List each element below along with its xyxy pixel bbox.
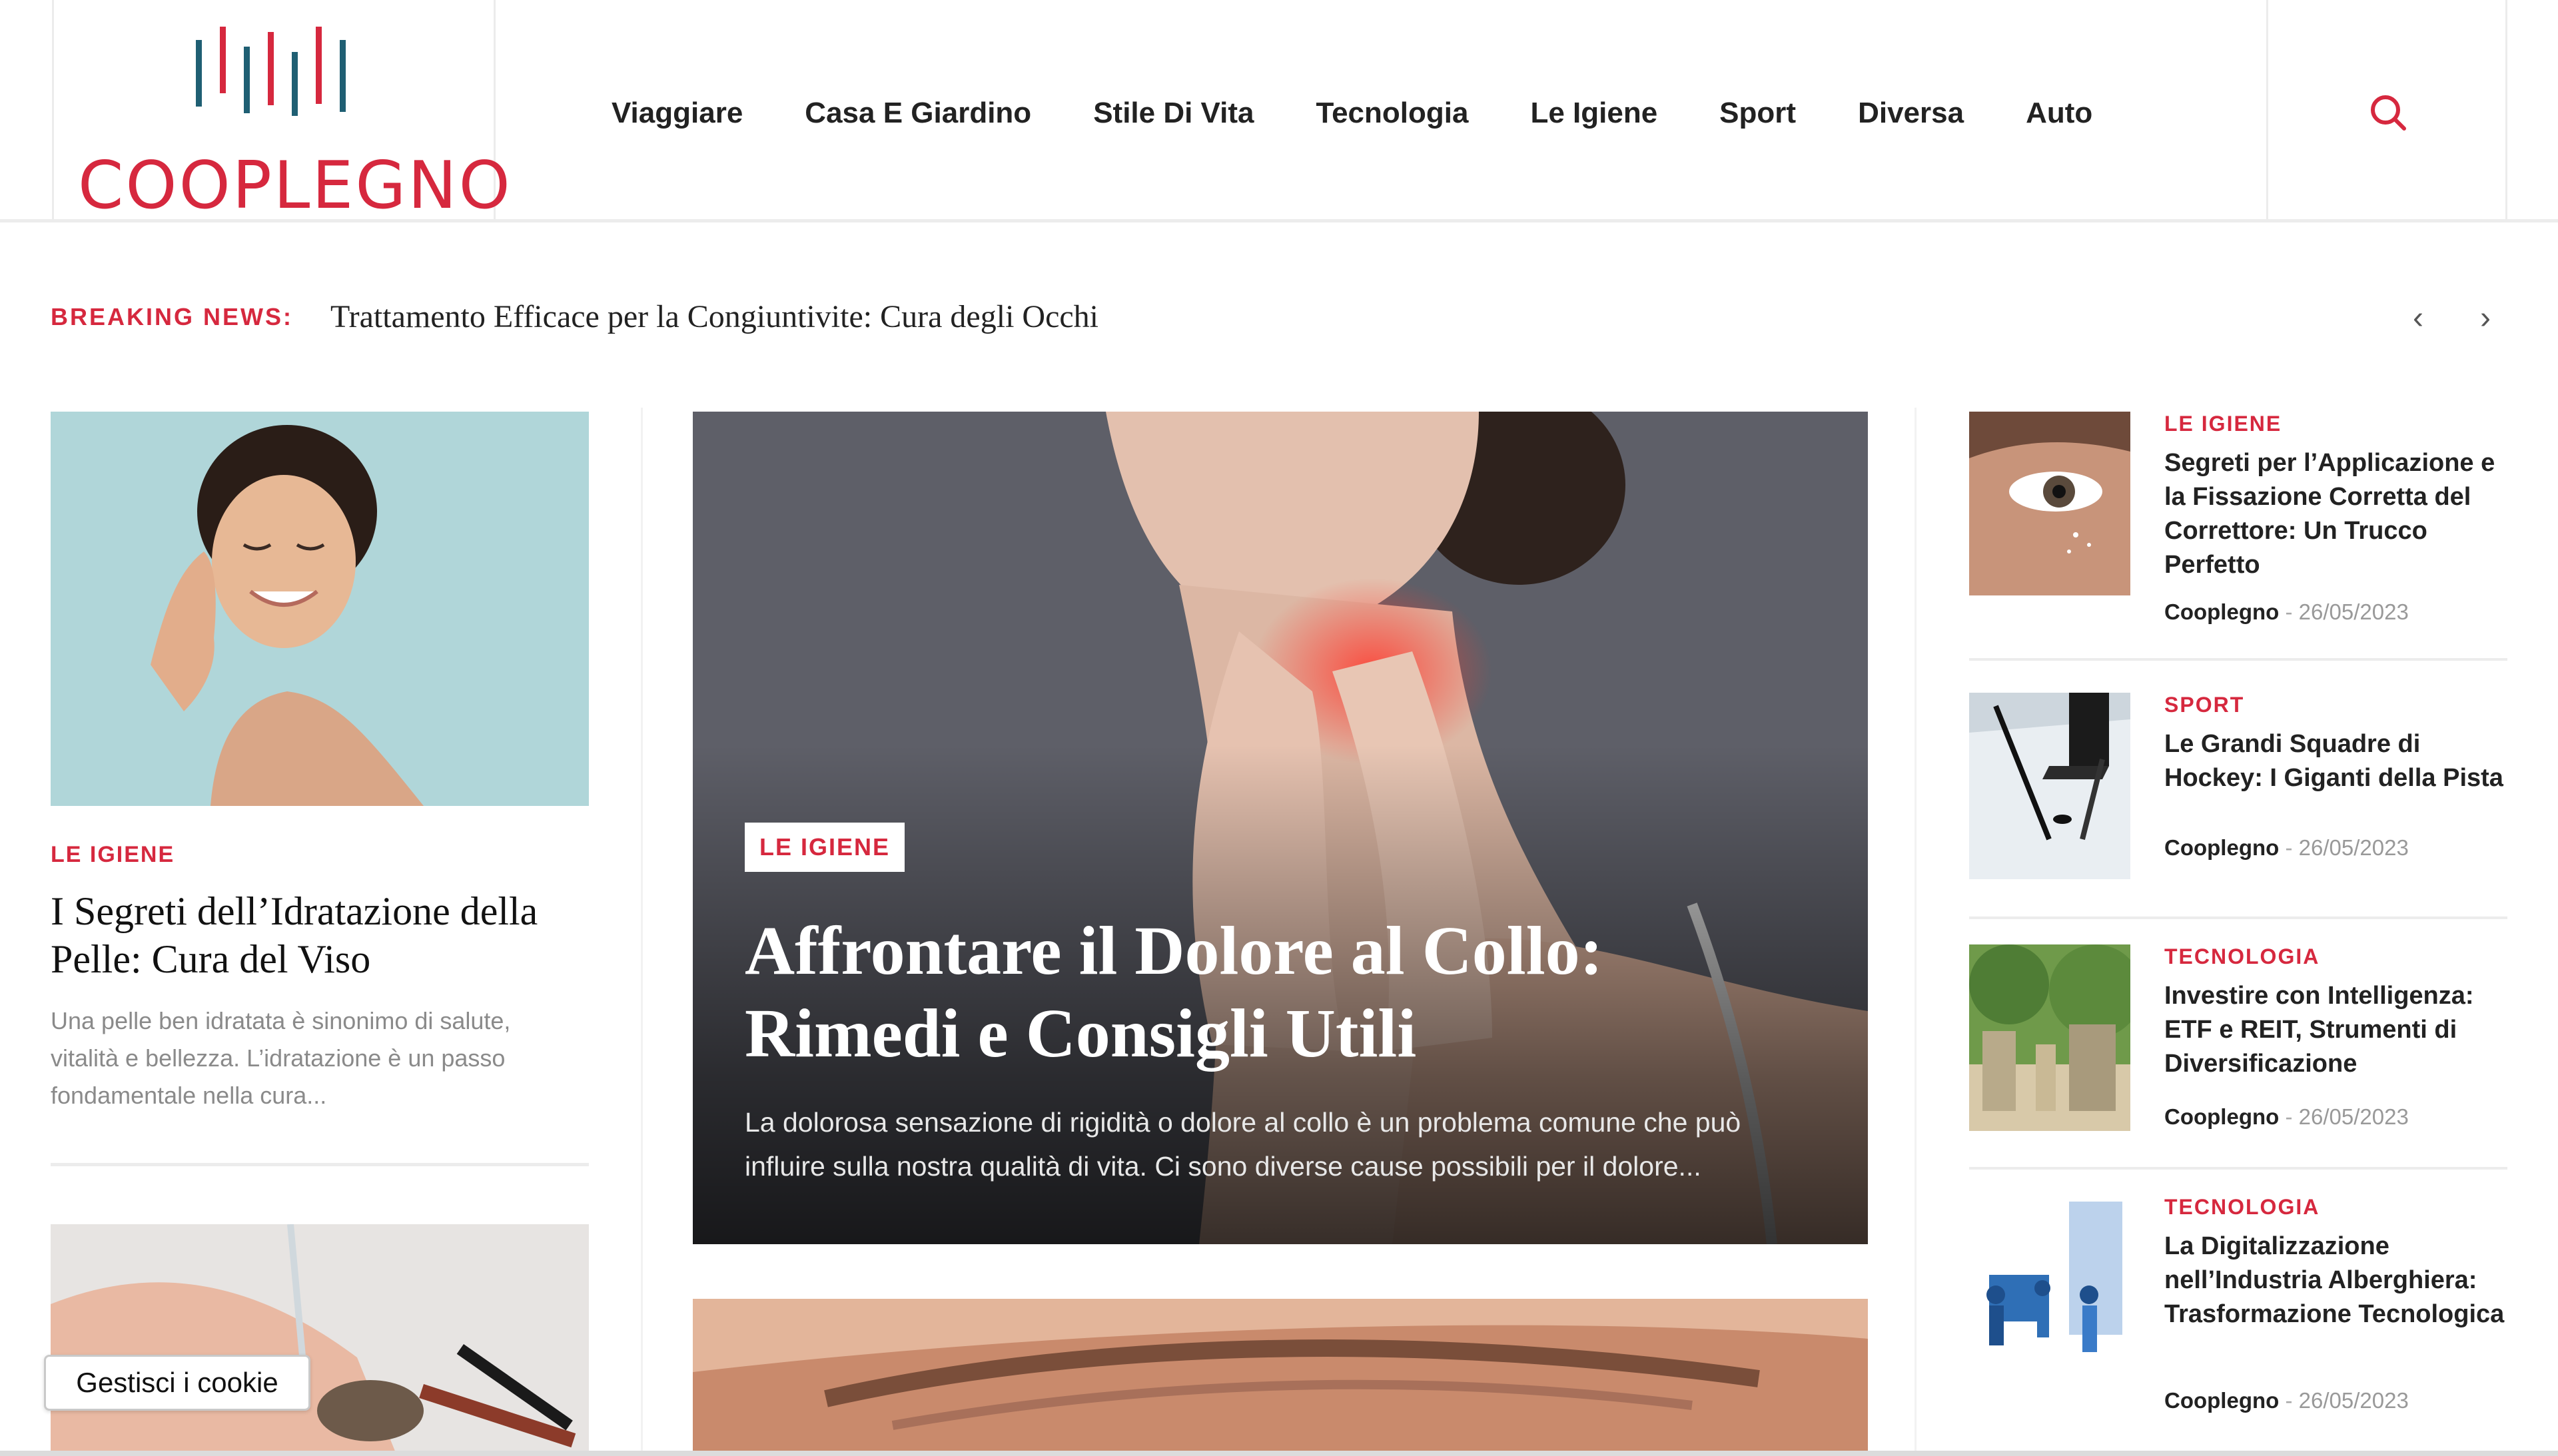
breaking-news-headline[interactable]: Trattamento Efficace per la Congiuntivit… xyxy=(330,298,1098,335)
article-title[interactable]: La Digitalizzazione nell’Industria Alber… xyxy=(2164,1230,2507,1331)
divider xyxy=(1969,916,2507,919)
article-title[interactable]: Le Grandi Squadre di Hockey: I Giganti d… xyxy=(2164,727,2507,795)
breaking-news-bar: BREAKING NEWS: Trattamento Efficace per … xyxy=(51,298,1098,335)
article-meta: Cooplegno - 26/05/2023 xyxy=(2164,1388,2409,1413)
manage-cookies-button[interactable]: Gestisci i cookie xyxy=(44,1355,310,1411)
search-icon xyxy=(2371,95,2406,131)
article-date: 26/05/2023 xyxy=(2298,835,2409,860)
meta-separator: - xyxy=(2285,835,2293,860)
article-image-makeup-brush[interactable] xyxy=(51,1224,589,1456)
meta-separator: - xyxy=(2285,1388,2293,1413)
article-meta: Cooplegno - 26/05/2023 xyxy=(2164,1104,2409,1130)
article-category[interactable]: TECNOLOGIA xyxy=(2164,1195,2320,1220)
article-author[interactable]: Cooplegno xyxy=(2164,1388,2279,1413)
article-thumbnail-concealer[interactable] xyxy=(1969,412,2130,595)
logo-wordmark: COOPLEGNO xyxy=(78,148,512,224)
featured-article[interactable]: LE IGIENE Affrontare il Dolore al Collo:… xyxy=(693,412,1868,1244)
meta-separator: - xyxy=(2285,1104,2293,1129)
featured-category-badge[interactable]: LE IGIENE xyxy=(745,823,905,872)
divider xyxy=(51,1163,589,1166)
article-meta: Cooplegno - 26/05/2023 xyxy=(2164,599,2409,625)
article-image-skin-hydration[interactable] xyxy=(51,412,589,806)
column-divider xyxy=(1915,408,1917,1456)
article-title[interactable]: I Segreti dell’Idratazione della Pelle: … xyxy=(51,887,589,983)
article-category[interactable]: LE IGIENE xyxy=(2164,412,2282,436)
meta-separator: - xyxy=(2285,599,2293,624)
bottom-edge xyxy=(0,1451,2558,1456)
article-title[interactable]: Segreti per l’Applicazione e la Fissazio… xyxy=(2164,446,2507,582)
article-author[interactable]: Cooplegno xyxy=(2164,599,2279,624)
nav-item-stile-di-vita[interactable]: Stile Di Vita xyxy=(1093,97,1254,130)
article-category[interactable]: SPORT xyxy=(2164,693,2244,717)
article-category[interactable]: TECNOLOGIA xyxy=(2164,944,2320,969)
nav-item-viaggiare[interactable]: Viaggiare xyxy=(612,97,743,130)
main-nav: Viaggiare Casa E Giardino Stile Di Vita … xyxy=(612,93,2154,133)
nav-item-diversa[interactable]: Diversa xyxy=(1858,97,1964,130)
ticker-prev-button[interactable]: ‹ xyxy=(2401,298,2435,338)
article-category[interactable]: LE IGIENE xyxy=(51,842,175,868)
article-author[interactable]: Cooplegno xyxy=(2164,1104,2279,1129)
search-button[interactable] xyxy=(2266,0,2507,222)
article-excerpt: Una pelle ben idratata è sinonimo di sal… xyxy=(51,1007,511,1109)
article-title[interactable]: Investire con Intelligenza: ETF e REIT, … xyxy=(2164,979,2507,1081)
logo-bars-icon xyxy=(196,27,346,116)
breaking-news-label: BREAKING NEWS: xyxy=(51,302,293,330)
divider xyxy=(1969,1167,2507,1170)
featured-title[interactable]: Affrontare il Dolore al Collo: Rimedi e … xyxy=(745,910,1811,1075)
nav-item-le-igiene[interactable]: Le Igiene xyxy=(1530,97,1657,130)
article-date: 26/05/2023 xyxy=(2298,1104,2409,1129)
logo-link[interactable]: COOPLEGNO xyxy=(52,0,512,224)
nav-item-casa-e-giardino[interactable]: Casa E Giardino xyxy=(805,97,1031,130)
nav-item-sport[interactable]: Sport xyxy=(1719,97,1796,130)
article-date: 26/05/2023 xyxy=(2298,1388,2409,1413)
nav-item-tecnologia[interactable]: Tecnologia xyxy=(1316,97,1468,130)
article-thumbnail-hockey[interactable] xyxy=(1969,693,2130,879)
article-date: 26/05/2023 xyxy=(2298,599,2409,624)
featured-excerpt: La dolorosa sensazione di rigidità o dol… xyxy=(745,1107,1741,1182)
article-author[interactable]: Cooplegno xyxy=(2164,835,2279,860)
article-image-eyebrow[interactable] xyxy=(693,1299,1868,1456)
divider xyxy=(1969,658,2507,661)
article-meta: Cooplegno - 26/05/2023 xyxy=(2164,835,2409,861)
ticker-next-button[interactable]: › xyxy=(2469,298,2502,338)
site-header: COOPLEGNO Viaggiare Casa E Giardino Stil… xyxy=(0,0,2558,224)
article-thumbnail-hotel-digital[interactable] xyxy=(1969,1195,2130,1379)
column-divider xyxy=(641,408,643,1456)
article-thumbnail-investing[interactable] xyxy=(1969,944,2130,1131)
nav-item-auto[interactable]: Auto xyxy=(2026,97,2092,130)
